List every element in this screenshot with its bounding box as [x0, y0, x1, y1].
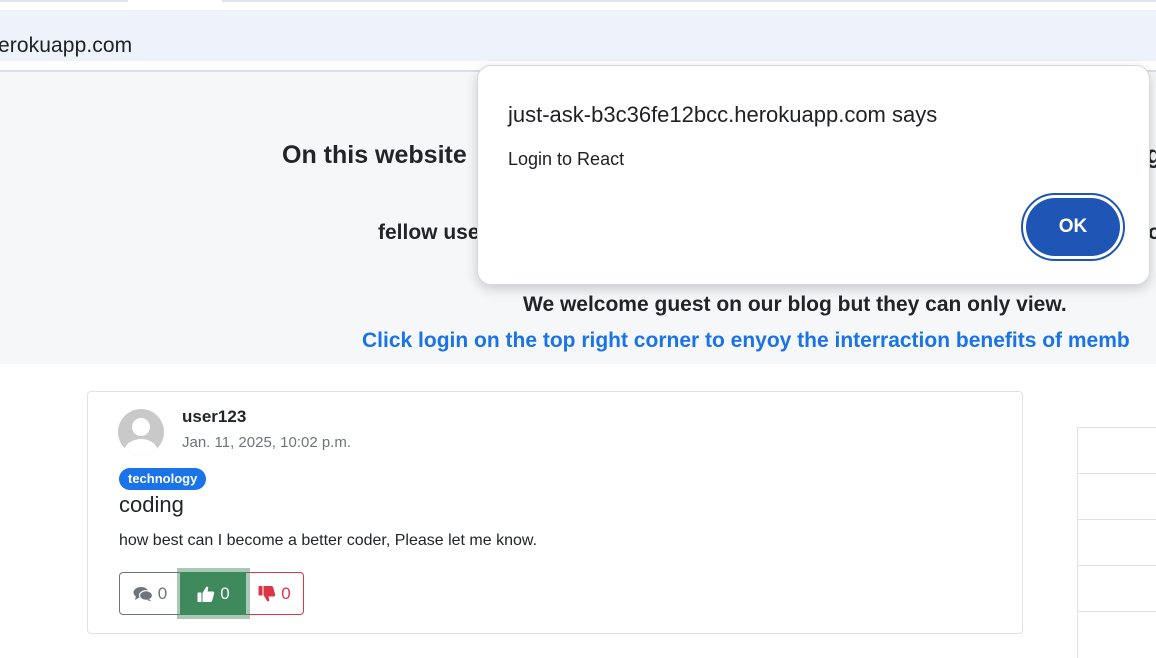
like-button[interactable]: 0 — [181, 572, 246, 615]
dislikes-count: 0 — [281, 583, 291, 603]
browser-tab-edge — [0, 0, 128, 2]
sidebar-list-divider — [1078, 611, 1156, 612]
comments-count: 0 — [157, 583, 168, 603]
hero-subtext: fellow use — [378, 221, 480, 244]
browser-tab-edge — [222, 0, 1156, 2]
hero-heading: On this website — [282, 141, 467, 169]
user-avatar-icon — [118, 409, 164, 455]
post-body: how best can I become a better coder, Pl… — [119, 532, 538, 549]
post-actions: 0 0 0 — [119, 572, 304, 615]
sidebar-list-divider — [1078, 473, 1156, 474]
thumbs-down-icon — [258, 585, 276, 603]
address-bar[interactable]: erokuapp.com — [0, 10, 1156, 61]
sidebar-list-divider — [1078, 565, 1156, 566]
thumbs-up-icon — [197, 585, 215, 603]
dialog-ok-label[interactable]: OK — [1026, 198, 1120, 256]
hero-login-link[interactable]: Click login on the top right corner to e… — [362, 329, 1130, 353]
sidebar-list-divider — [1078, 519, 1156, 520]
likes-count: 0 — [220, 583, 230, 603]
category-badge[interactable]: technology — [119, 468, 207, 490]
post-author[interactable]: user123 — [182, 407, 246, 427]
dislike-button[interactable]: 0 — [246, 572, 304, 615]
comments-icon — [133, 586, 153, 602]
alert-dialog: just-ask-b3c36fe12bcc.herokuapp.com says… — [477, 65, 1150, 285]
comments-button[interactable]: 0 — [119, 572, 181, 615]
hero-guest-notice: We welcome guest on our blog but they ca… — [523, 293, 1067, 316]
post-title[interactable]: coding — [119, 492, 184, 518]
sidebar-list — [1077, 427, 1156, 658]
address-text[interactable]: erokuapp.com — [0, 34, 132, 58]
dialog-message: Login to React — [508, 149, 625, 169]
dialog-ok-button[interactable]: OK — [1021, 193, 1125, 261]
post-date: Jan. 11, 2025, 10:02 p.m. — [182, 434, 352, 451]
dialog-title: just-ask-b3c36fe12bcc.herokuapp.com says — [508, 102, 938, 127]
